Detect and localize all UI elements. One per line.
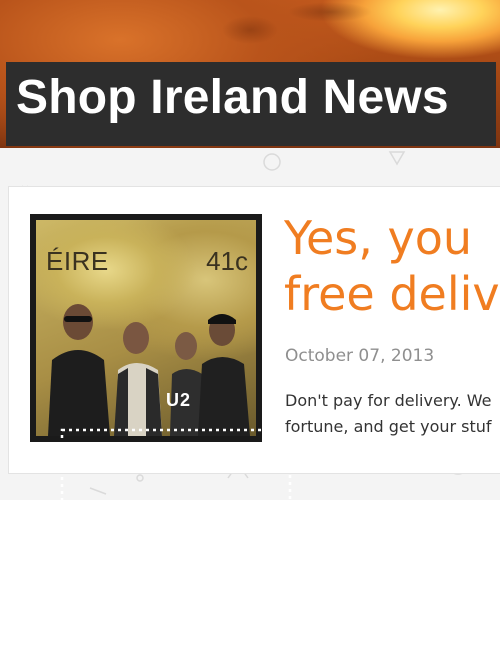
post-excerpt-line-1: Don't pay for delivery. We (285, 391, 492, 410)
post-thumbnail[interactable]: ÉIRE 41c U2 (30, 214, 292, 656)
stamp-value: 41c (206, 246, 248, 276)
stamp-image: ÉIRE 41c U2 (36, 220, 256, 436)
band-member-4 (198, 314, 250, 436)
post-title-line-2[interactable]: free deliv (284, 267, 500, 321)
post-date: October 07, 2013 (285, 346, 435, 366)
band-member-1 (48, 304, 110, 436)
site-title-bar: Shop Ireland News (6, 62, 496, 146)
post-title[interactable]: Yes, you free deliv (284, 210, 500, 322)
stamp-country: ÉIRE (46, 246, 109, 276)
band-photo (48, 304, 250, 436)
stamp-logo: U2 (166, 390, 192, 410)
band-member-2 (114, 322, 162, 436)
post-excerpt-line-2: fortune, and get your stuf (285, 417, 492, 436)
site-title[interactable]: Shop Ireland News (16, 70, 449, 125)
post-excerpt: Don't pay for delivery. We fortune, and … (285, 388, 492, 440)
post-title-line-1[interactable]: Yes, you (284, 211, 472, 265)
